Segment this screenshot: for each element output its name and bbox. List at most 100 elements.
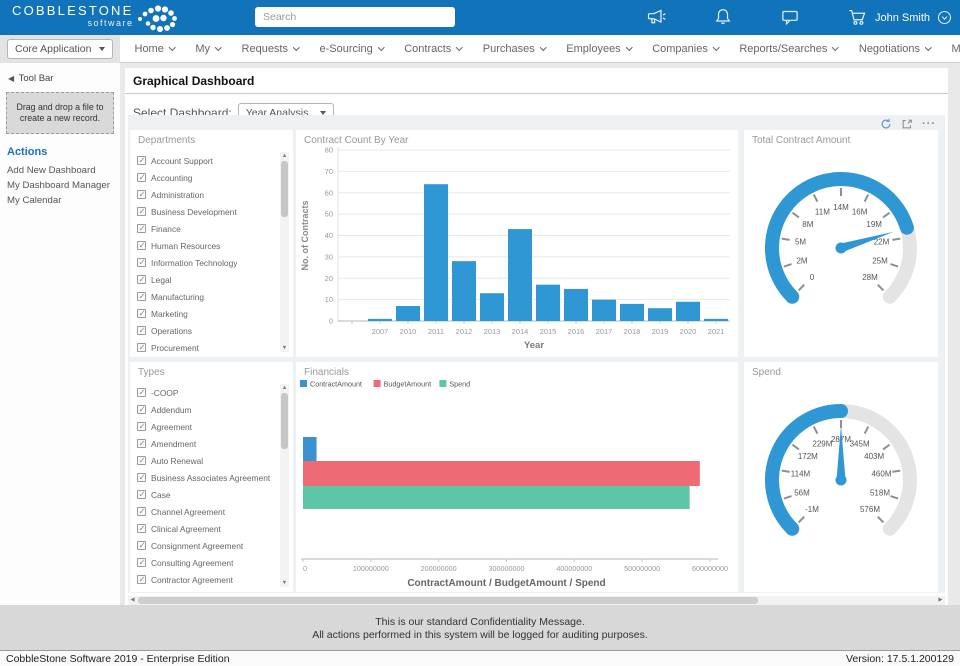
- svg-text:40: 40: [325, 231, 333, 240]
- svg-text:2020: 2020: [680, 327, 697, 336]
- type-label: Consignment Agreement: [151, 541, 243, 551]
- user-menu[interactable]: John Smith: [875, 0, 952, 35]
- type-checkbox[interactable]: [137, 473, 146, 482]
- dropzone[interactable]: Drag and drop a file to create a new rec…: [6, 92, 114, 134]
- scroll-right-icon[interactable]: ▶: [936, 596, 945, 605]
- svg-text:2011: 2011: [428, 327, 444, 336]
- nav-item-purchases[interactable]: Purchases: [472, 35, 555, 63]
- nav-item-companies[interactable]: Companies: [642, 35, 729, 63]
- svg-text:25M: 25M: [872, 257, 888, 266]
- list-item: Case: [137, 486, 276, 503]
- sidebar: ◀ Tool Bar Drag and drop a file to creat…: [0, 63, 120, 605]
- svg-text:5M: 5M: [795, 238, 806, 247]
- department-checkbox[interactable]: [137, 275, 146, 284]
- department-checkbox[interactable]: [137, 173, 146, 182]
- department-checkbox[interactable]: [137, 309, 146, 318]
- scrollbar-thumb[interactable]: [281, 393, 288, 449]
- nav-item-manage-setup[interactable]: Manage/Setup: [941, 35, 960, 63]
- type-label: Business Associates Agreement: [151, 473, 270, 483]
- nav-item-e-sourcing[interactable]: e-Sourcing: [309, 35, 394, 63]
- departments-scrollbar[interactable]: ▲ ▼: [280, 152, 289, 352]
- nav-item-employees[interactable]: Employees: [556, 35, 642, 63]
- type-checkbox[interactable]: [137, 422, 146, 431]
- megaphone-icon[interactable]: [645, 6, 667, 28]
- list-item: Accounting: [137, 169, 276, 186]
- department-checkbox[interactable]: [137, 207, 146, 216]
- nav-item-home[interactable]: Home: [124, 35, 185, 63]
- app-select[interactable]: Core Application: [7, 39, 113, 59]
- type-checkbox[interactable]: [137, 490, 146, 499]
- list-item: Administration: [137, 186, 276, 203]
- department-label: Marketing: [151, 309, 188, 319]
- nav-item-reports-searches[interactable]: Reports/Searches: [729, 35, 849, 63]
- list-item: Addendum: [137, 401, 276, 418]
- nav-item-my[interactable]: My: [185, 35, 231, 63]
- action-link-my-dashboard-manager[interactable]: My Dashboard Manager: [0, 178, 120, 193]
- department-checkbox[interactable]: [137, 224, 146, 233]
- more-icon[interactable]: ···: [922, 120, 936, 128]
- type-checkbox[interactable]: [137, 388, 146, 397]
- cart-icon[interactable]: [846, 6, 868, 28]
- scroll-left-icon[interactable]: ◀: [128, 596, 137, 605]
- scroll-up-icon[interactable]: ▲: [280, 152, 289, 160]
- department-checkbox[interactable]: [137, 326, 146, 335]
- bell-icon[interactable]: [712, 6, 734, 28]
- types-scrollbar[interactable]: ▲ ▼: [280, 384, 289, 587]
- department-checkbox[interactable]: [137, 156, 146, 165]
- nav-item-negotiations[interactable]: Negotiations: [848, 35, 941, 63]
- actions-title: Actions: [0, 134, 120, 163]
- nav-item-requests[interactable]: Requests: [231, 35, 309, 63]
- type-checkbox[interactable]: [137, 524, 146, 533]
- spend-panel: Spend -1M56M114M172M229M287M345M403M460M…: [744, 362, 938, 592]
- svg-text:2016: 2016: [568, 327, 585, 336]
- main-nav: Home My Requestse-SourcingContractsPurchas…: [124, 35, 960, 63]
- toolbar-toggle[interactable]: ◀ Tool Bar: [0, 63, 120, 90]
- edition-text: CobbleStone Software 2019 - Enterprise E…: [6, 653, 230, 665]
- chat-icon[interactable]: [779, 6, 801, 28]
- scroll-down-icon[interactable]: ▼: [280, 579, 289, 587]
- message-line1: This is our standard Confidentiality Mes…: [0, 616, 960, 629]
- search-input[interactable]: [255, 7, 455, 27]
- scroll-up-icon[interactable]: ▲: [280, 384, 289, 392]
- svg-text:2015: 2015: [540, 327, 557, 336]
- nav-item-label: Reports/Searches: [739, 43, 827, 55]
- type-checkbox[interactable]: [137, 558, 146, 567]
- svg-text:100000000: 100000000: [353, 564, 389, 573]
- select-caret-icon: [99, 47, 105, 51]
- svg-text:600000000: 600000000: [692, 564, 728, 573]
- department-checkbox[interactable]: [137, 292, 146, 301]
- chevron-down-icon: [378, 44, 384, 50]
- expand-icon[interactable]: [901, 118, 913, 130]
- total-contract-amount-gauge: 02M5M8M11M14M16M19M22M25M28M: [744, 144, 938, 356]
- user-name: John Smith: [875, 12, 930, 24]
- type-checkbox[interactable]: [137, 575, 146, 584]
- dashboard-area: ··· Departments Account SupportAccountin…: [128, 115, 945, 593]
- nav-item-label: My: [195, 43, 210, 55]
- chevron-down-icon: [540, 44, 546, 50]
- type-checkbox[interactable]: [137, 405, 146, 414]
- nav-item-contracts[interactable]: Contracts: [394, 35, 473, 63]
- scrollbar-thumb[interactable]: [281, 161, 288, 217]
- department-checkbox[interactable]: [137, 241, 146, 250]
- type-checkbox[interactable]: [137, 456, 146, 465]
- scrollbar-thumb[interactable]: [138, 597, 758, 604]
- department-checkbox[interactable]: [137, 258, 146, 267]
- type-checkbox[interactable]: [137, 541, 146, 550]
- list-item: Operations: [137, 322, 276, 339]
- logo[interactable]: COBBLESTONE software: [12, 3, 178, 33]
- action-link-add-new-dashboard[interactable]: Add New Dashboard: [0, 163, 120, 178]
- type-label: Contractor Agreement: [151, 575, 233, 585]
- type-checkbox[interactable]: [137, 439, 146, 448]
- logo-line2: software: [12, 18, 134, 28]
- financials-chart: ContractAmountBudgetAmountSpend010000000…: [296, 376, 738, 592]
- department-checkbox[interactable]: [137, 190, 146, 199]
- nav-item-label: Employees: [566, 43, 620, 55]
- department-checkbox[interactable]: [137, 343, 146, 352]
- refresh-icon[interactable]: [880, 118, 892, 130]
- svg-text:460M: 460M: [871, 470, 891, 479]
- scroll-down-icon[interactable]: ▼: [280, 344, 289, 352]
- departments-panel: Departments Account SupportAccountingAdm…: [130, 130, 293, 357]
- action-link-my-calendar[interactable]: My Calendar: [0, 193, 120, 208]
- horizontal-scrollbar[interactable]: ◀ ▶: [128, 596, 945, 605]
- type-checkbox[interactable]: [137, 507, 146, 516]
